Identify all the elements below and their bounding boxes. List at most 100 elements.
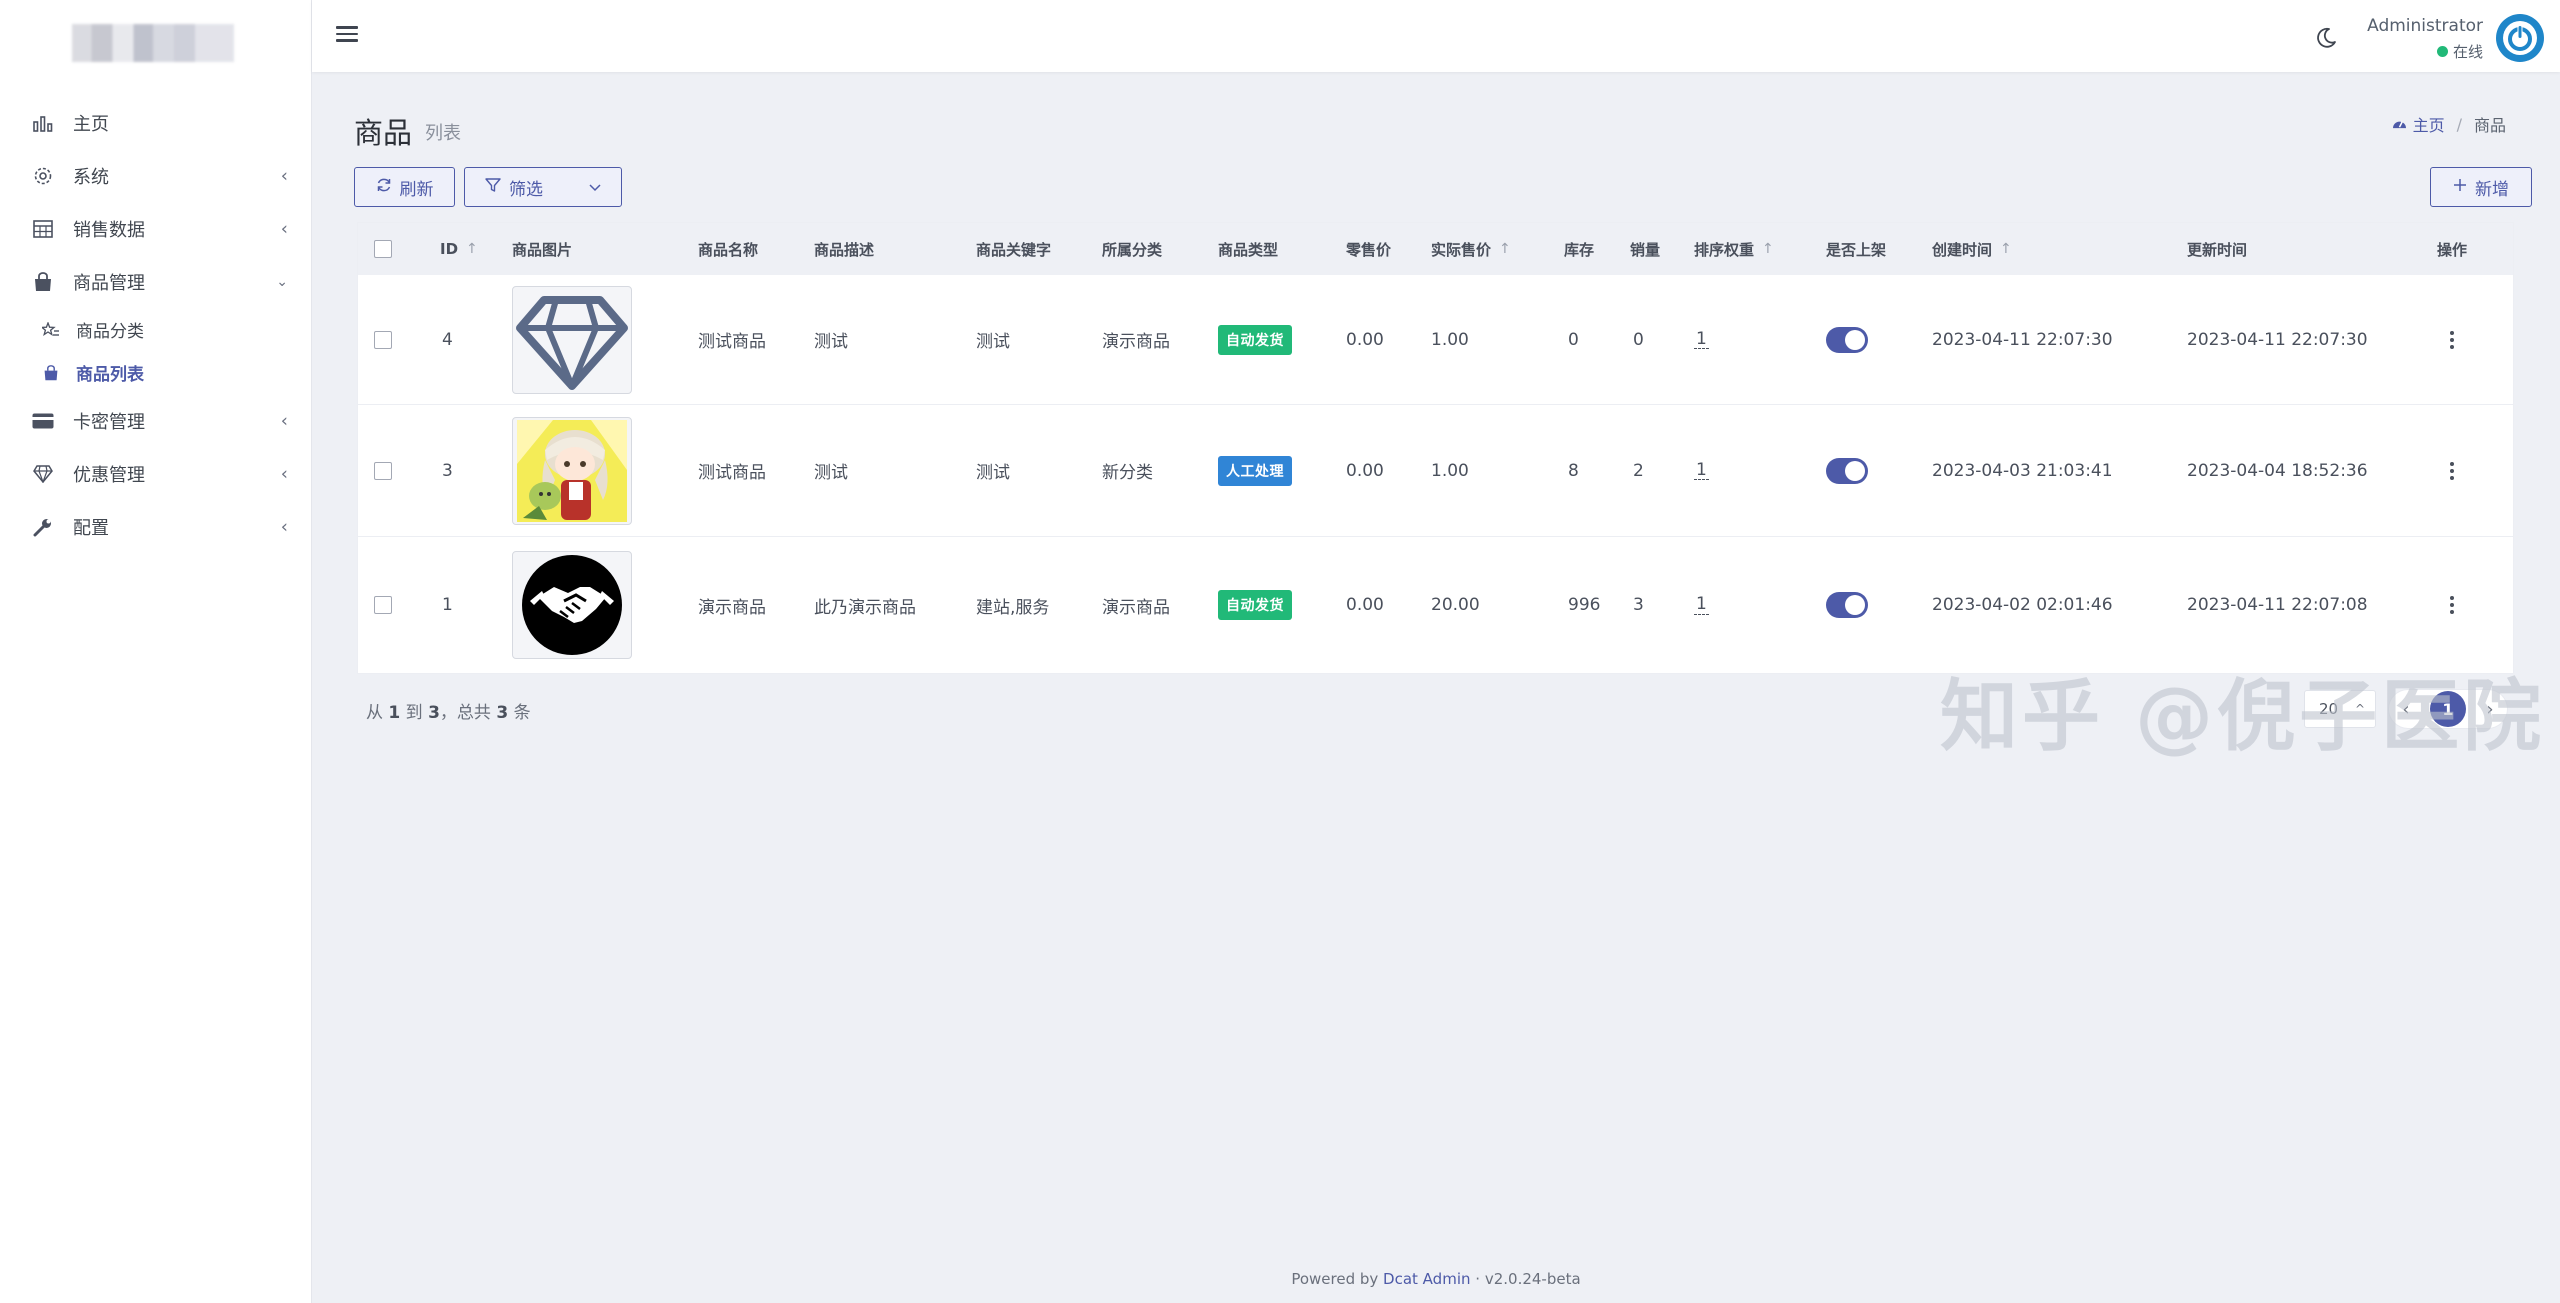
user-name[interactable]: Administrator (2367, 16, 2483, 36)
chevron-left-icon: ‹ (280, 218, 288, 239)
column-header-category: 所属分类 (1102, 223, 1162, 275)
row-select-cell (374, 405, 392, 536)
column-label: 库存 (1564, 240, 1595, 259)
actions-cell (2442, 405, 2462, 536)
on-sale-cell (1826, 537, 1868, 673)
created-cell: 2023-04-11 22:07:30 (1932, 329, 2113, 350)
summary-text: 从 (366, 703, 383, 723)
desc-cell: 测试 (814, 332, 848, 352)
column-header-weight[interactable]: 排序权重 ↑ (1694, 223, 1774, 275)
shopping-bag-icon (32, 271, 54, 293)
table-row: 3 测试商品 测试 测试 新分类 人工处理 0.00 1.00 8 2 1 20… (358, 405, 2513, 537)
filter-label: 筛选 (509, 179, 543, 200)
id-cell: 1 (442, 595, 453, 615)
column-label: ID (440, 240, 459, 258)
table-icon (32, 218, 54, 240)
column-label: 商品图片 (512, 240, 573, 259)
sidebar-item-card-management[interactable]: 卡密管理 ‹ (0, 394, 312, 447)
sidebar-item-system[interactable]: 系统 ‹ (0, 149, 312, 202)
table-header: ID ↑ 商品图片 商品名称 商品描述 商品关键字 所属分类 商品类型 零售价 实… (358, 223, 2513, 275)
logo (72, 24, 234, 62)
user-status-label: 在线 (2452, 43, 2483, 61)
more-actions-icon[interactable] (2442, 459, 2462, 483)
sort-arrow-icon[interactable]: ↑ (466, 241, 478, 257)
footer-brand-link[interactable]: Dcat Admin (1383, 1270, 1470, 1288)
row-checkbox[interactable] (374, 330, 392, 349)
column-label: 创建时间 (1932, 240, 1993, 259)
weight-editable[interactable]: 1 (1694, 329, 1709, 350)
sidebar: 主页 系统 ‹ 销售数据 ‹ 商品管理 ⌄ 商品分类 商品列表 卡密管理 ‹ 优… (0, 0, 312, 1303)
column-label: 销量 (1630, 240, 1661, 259)
chevron-down-icon (589, 177, 601, 197)
price-cell: 1.00 (1431, 329, 1469, 350)
column-header-name: 商品名称 (698, 223, 758, 275)
retail-cell: 0.00 (1346, 329, 1384, 350)
image-cell (512, 275, 632, 404)
row-select-cell (374, 537, 392, 673)
updated-cell: 2023-04-11 22:07:08 (2187, 595, 2368, 615)
sort-arrow-icon[interactable]: ↑ (2000, 241, 2012, 257)
sidebar-item-config[interactable]: 配置 ‹ (0, 500, 312, 553)
sidebar-subitem-product-category[interactable]: 商品分类 (0, 308, 312, 351)
column-label: 商品类型 (1218, 240, 1279, 259)
avatar[interactable] (2496, 14, 2544, 62)
refresh-icon (376, 177, 392, 198)
column-header-price[interactable]: 实际售价 ↑ (1431, 223, 1511, 275)
sidebar-item-home[interactable]: 主页 (0, 96, 312, 149)
product-image-anime[interactable] (512, 416, 632, 525)
id-cell: 3 (442, 460, 453, 481)
product-image-diamond[interactable] (512, 285, 632, 394)
more-actions-icon[interactable] (2442, 593, 2462, 617)
type-cell: 人工处理 (1218, 405, 1292, 536)
sidebar-item-label: 配置 (73, 517, 109, 539)
weight-cell: 1 (1694, 537, 1709, 673)
diamond-icon (32, 463, 54, 485)
breadcrumb-home-link[interactable]: 主页 (2413, 112, 2445, 136)
weight-cell: 1 (1694, 405, 1709, 536)
sales-cell: 3 (1633, 595, 1644, 615)
sidebar-subitem-product-list[interactable]: 商品列表 (0, 351, 312, 394)
add-button[interactable]: 新增 (2430, 167, 2532, 207)
updated-cell: 2023-04-04 18:52:36 (2187, 460, 2368, 481)
column-header-actions: 操作 (2437, 223, 2467, 275)
chevron-down-icon: ⌄ (276, 273, 288, 290)
sidebar-item-sales-data[interactable]: 销售数据 ‹ (0, 202, 312, 255)
row-checkbox[interactable] (374, 596, 392, 614)
sidebar-item-discount-management[interactable]: 优惠管理 ‹ (0, 447, 312, 500)
actions-cell (2442, 275, 2462, 404)
summary-total: 3 (496, 703, 509, 723)
table-row: 1 演示商品 此乃演示商品 建站,服务 演示商品 自动发货 0.00 20.00… (358, 537, 2513, 673)
filter-button[interactable]: 筛选 (464, 167, 622, 207)
menu-toggle-icon[interactable] (336, 22, 358, 46)
footer-dot: · (1475, 1270, 1481, 1288)
breadcrumb-separator: / (2456, 114, 2462, 134)
keywords-cell: 测试 (976, 332, 1010, 352)
sales-cell: 2 (1633, 460, 1644, 481)
on-sale-toggle[interactable] (1826, 326, 1868, 353)
column-label: 零售价 (1346, 240, 1392, 259)
product-image-handshake[interactable] (512, 551, 632, 659)
stock-cell: 0 (1568, 329, 1579, 350)
name-cell: 测试商品 (698, 463, 766, 483)
dark-mode-toggle-icon[interactable] (2314, 26, 2340, 52)
created-cell: 2023-04-03 21:03:41 (1932, 460, 2113, 481)
select-all-checkbox[interactable] (374, 240, 392, 258)
sidebar-item-label: 主页 (73, 113, 109, 135)
column-header-id[interactable]: ID ↑ (440, 223, 478, 275)
sidebar-subitem-label: 商品列表 (76, 365, 144, 385)
summary-text: 到 (405, 703, 423, 723)
sort-arrow-icon[interactable]: ↑ (1499, 241, 1511, 257)
column-header-retail: 零售价 (1346, 223, 1391, 275)
row-checkbox[interactable] (374, 461, 392, 480)
sort-arrow-icon[interactable]: ↑ (1762, 241, 1774, 257)
weight-editable[interactable]: 1 (1694, 460, 1709, 481)
on-sale-toggle[interactable] (1826, 592, 1868, 618)
column-header-created[interactable]: 创建时间 ↑ (1932, 223, 2012, 275)
on-sale-toggle[interactable] (1826, 457, 1868, 484)
refresh-button[interactable]: 刷新 (354, 167, 455, 207)
more-actions-icon[interactable] (2442, 328, 2462, 352)
weight-editable[interactable]: 1 (1694, 595, 1709, 615)
sidebar-nav: 主页 系统 ‹ 销售数据 ‹ 商品管理 ⌄ 商品分类 商品列表 卡密管理 ‹ 优… (0, 96, 312, 553)
column-header-on-sale: 是否上架 (1826, 223, 1886, 275)
sidebar-item-product-management[interactable]: 商品管理 ⌄ (0, 255, 312, 308)
